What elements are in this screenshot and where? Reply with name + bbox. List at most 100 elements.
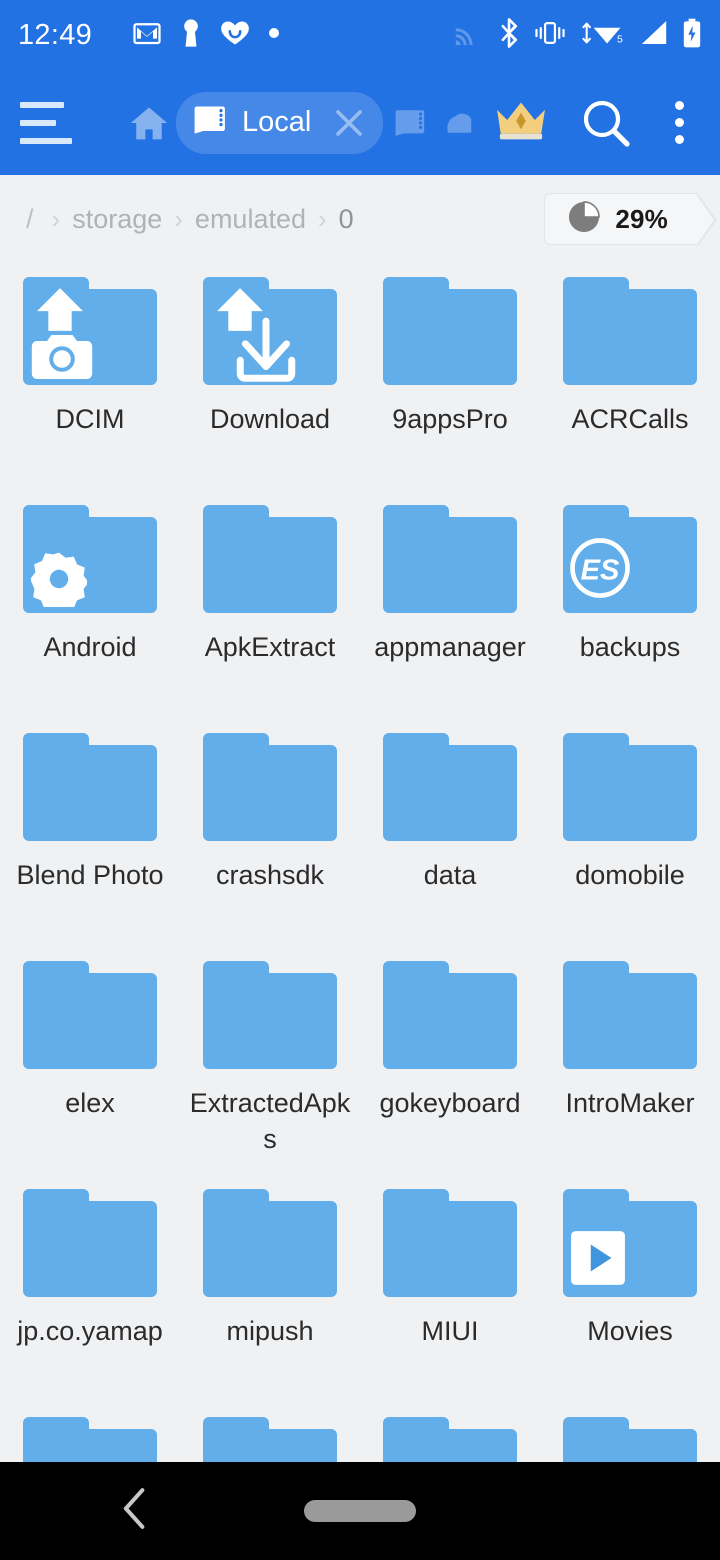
file-item[interactable]: Download bbox=[180, 263, 360, 491]
file-name-label: appmanager bbox=[374, 632, 526, 662]
crown-icon[interactable] bbox=[493, 97, 549, 148]
app-screen: 12:49 5 Local / › storage › emulated › 0… bbox=[0, 0, 720, 1560]
status-bar: 12:49 5 bbox=[0, 0, 720, 70]
file-item[interactable]: ACRCalls bbox=[540, 263, 720, 491]
folder-icon bbox=[563, 1417, 697, 1462]
es-logo-icon: ES bbox=[569, 537, 631, 599]
tab-strip: Local bbox=[126, 91, 565, 154]
file-item[interactable] bbox=[540, 1403, 720, 1462]
file-name-label: Android bbox=[43, 632, 137, 662]
svg-text:ES: ES bbox=[581, 555, 620, 587]
camera-icon bbox=[31, 329, 93, 379]
file-item[interactable]: crashsdk bbox=[180, 719, 360, 947]
file-item[interactable]: domobile bbox=[540, 719, 720, 947]
breadcrumb-segment-storage[interactable]: storage bbox=[68, 204, 166, 235]
file-item[interactable]: ES backups bbox=[540, 491, 720, 719]
tab-local[interactable]: Local bbox=[176, 91, 384, 154]
file-name-label: backups bbox=[579, 632, 681, 662]
home-icon[interactable] bbox=[126, 100, 172, 146]
file-item[interactable] bbox=[0, 1403, 180, 1462]
menu-icon[interactable] bbox=[20, 101, 76, 144]
folder-icon bbox=[203, 961, 337, 1069]
file-item[interactable]: 9appsPro bbox=[360, 263, 540, 491]
file-item[interactable]: elex bbox=[0, 947, 180, 1175]
battery-charging-icon bbox=[682, 18, 702, 53]
file-name-label: Blend Photo bbox=[16, 860, 164, 890]
folder-icon bbox=[203, 505, 337, 613]
folder-icon bbox=[383, 1189, 517, 1297]
file-name-label: elex bbox=[65, 1088, 115, 1118]
folder-icon bbox=[383, 1417, 517, 1462]
breadcrumb-segment-emulated[interactable]: emulated bbox=[191, 204, 310, 235]
file-name-label: domobile bbox=[575, 860, 685, 890]
file-name-label: jp.co.yamap bbox=[17, 1316, 163, 1346]
sdcard-tab-icon[interactable] bbox=[393, 100, 431, 146]
chevron-right-icon: › bbox=[174, 203, 183, 234]
folder-icon bbox=[23, 733, 157, 841]
home-gesture-pill[interactable] bbox=[304, 1500, 416, 1522]
folder-icon bbox=[563, 733, 697, 841]
file-name-label: ACRCalls bbox=[571, 404, 689, 434]
file-item[interactable]: Blend Photo bbox=[0, 719, 180, 947]
toolbar-actions bbox=[579, 95, 700, 150]
file-name-label: DCIM bbox=[55, 404, 125, 434]
folder-icon bbox=[203, 1189, 337, 1297]
folder-icon bbox=[203, 733, 337, 841]
file-item[interactable]: ExtractedApks bbox=[180, 947, 360, 1175]
app-toolbar: Local bbox=[0, 70, 720, 175]
folder-icon: ES bbox=[563, 505, 697, 613]
signal-icon bbox=[640, 20, 668, 51]
file-name-label: 9appsPro bbox=[392, 404, 508, 434]
breadcrumb: / › storage › emulated › 0 bbox=[22, 204, 544, 235]
folder-icon bbox=[563, 961, 697, 1069]
bluetooth-icon bbox=[498, 17, 520, 53]
file-item[interactable] bbox=[180, 1403, 360, 1462]
back-icon[interactable] bbox=[120, 1487, 150, 1536]
folder-icon bbox=[203, 1417, 337, 1462]
folder-icon bbox=[23, 505, 157, 613]
upload-arrow-icon bbox=[35, 285, 85, 333]
cast-icon bbox=[454, 21, 484, 50]
search-icon[interactable] bbox=[579, 96, 633, 150]
folder-icon bbox=[203, 277, 337, 385]
folder-icon bbox=[383, 277, 517, 385]
heart-face-icon bbox=[220, 20, 250, 51]
tab-local-label: Local bbox=[242, 106, 312, 138]
file-item[interactable]: gokeyboard bbox=[360, 947, 540, 1175]
status-bar-right: 5 bbox=[454, 17, 702, 53]
file-item[interactable]: MIUI bbox=[360, 1175, 540, 1403]
file-name-label: IntroMaker bbox=[565, 1088, 695, 1118]
storage-percent-label: 29% bbox=[615, 203, 668, 234]
file-name-label: crashsdk bbox=[215, 860, 325, 890]
file-item[interactable]: jp.co.yamap bbox=[0, 1175, 180, 1403]
close-icon[interactable] bbox=[329, 103, 369, 143]
overflow-menu-icon[interactable] bbox=[659, 95, 700, 150]
dot-icon bbox=[268, 26, 280, 44]
file-item[interactable]: ApkExtract bbox=[180, 491, 360, 719]
file-item[interactable]: data bbox=[360, 719, 540, 947]
wifi-icon: 5 bbox=[580, 19, 626, 52]
file-item[interactable]: mipush bbox=[180, 1175, 360, 1403]
file-item[interactable]: Movies bbox=[540, 1175, 720, 1403]
file-name-label: data bbox=[423, 860, 477, 890]
folder-icon bbox=[23, 961, 157, 1069]
file-item[interactable] bbox=[360, 1403, 540, 1462]
file-item[interactable]: Android bbox=[0, 491, 180, 719]
breadcrumb-bar: / › storage › emulated › 0 29% bbox=[0, 175, 720, 263]
file-item[interactable]: DCIM bbox=[0, 263, 180, 491]
folder-icon bbox=[383, 961, 517, 1069]
play-icon bbox=[569, 1229, 627, 1287]
file-item[interactable]: IntroMaker bbox=[540, 947, 720, 1175]
storage-usage-badge[interactable]: 29% bbox=[544, 193, 717, 247]
status-bar-left: 12:49 bbox=[18, 18, 454, 53]
file-item[interactable]: appmanager bbox=[360, 491, 540, 719]
system-nav-bar bbox=[0, 1462, 720, 1560]
download-icon bbox=[231, 317, 301, 383]
file-name-label: MIUI bbox=[421, 1316, 479, 1346]
file-grid: DCIM Download 9appsPro ACRCalls Android ApkEx… bbox=[0, 263, 720, 1462]
breadcrumb-root[interactable]: / bbox=[22, 204, 44, 235]
file-name-label: ExtractedApks bbox=[189, 1088, 351, 1154]
cloud-tab-icon[interactable] bbox=[441, 100, 479, 146]
chevron-right-icon: › bbox=[51, 203, 61, 234]
breadcrumb-segment-0[interactable]: 0 bbox=[335, 204, 358, 235]
